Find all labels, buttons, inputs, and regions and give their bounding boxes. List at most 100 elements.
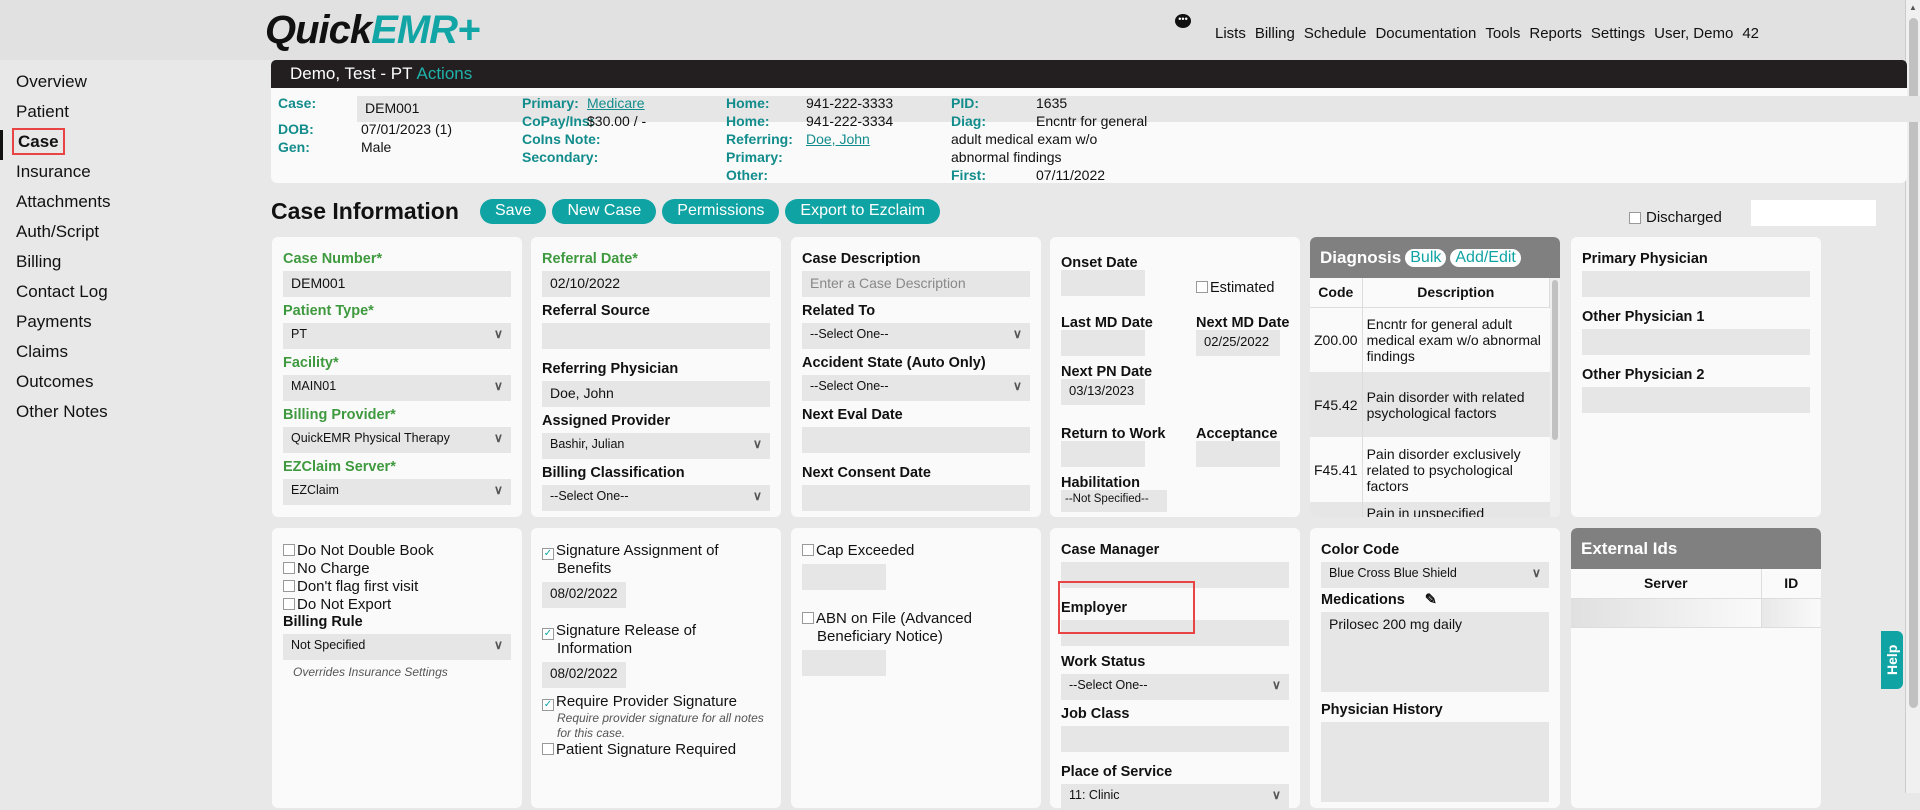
- sidebar-item-payments[interactable]: Payments: [0, 310, 260, 340]
- billing-provider-select[interactable]: QuickEMR Physical Therapy: [283, 427, 511, 453]
- require-provider-signature-checkbox[interactable]: ✓ Require Provider Signature: [542, 693, 770, 711]
- referring-link[interactable]: Doe, John: [806, 130, 893, 148]
- permissions-button[interactable]: Permissions: [662, 199, 780, 224]
- habilitation-select[interactable]: --Not Specified--: [1061, 490, 1167, 512]
- next-md-date-input[interactable]: 02/25/2022: [1196, 330, 1280, 356]
- export-ezclaim-button[interactable]: Export to Ezclaim: [785, 199, 940, 224]
- onset-date-input[interactable]: [1061, 270, 1145, 296]
- assigned-provider-select[interactable]: Bashir, Julian: [542, 433, 770, 459]
- nav-settings[interactable]: Settings: [1591, 25, 1645, 42]
- other-physician-2-input[interactable]: [1582, 387, 1810, 413]
- medications-textarea[interactable]: Prilosec 200 mg daily: [1321, 612, 1549, 692]
- place-of-service-select[interactable]: 11: Clinic: [1061, 784, 1289, 810]
- signature-release-date[interactable]: 08/02/2022: [542, 662, 626, 688]
- table-row[interactable]: F45.41 Pain disorder exclusively related …: [1310, 437, 1550, 502]
- last-md-date-input[interactable]: [1061, 330, 1145, 356]
- signature-assignment-checkbox[interactable]: ✓ Signature Assignment of Benefits: [542, 542, 770, 578]
- referral-date-input[interactable]: 02/10/2022: [542, 271, 770, 297]
- referring-physician-input[interactable]: Doe, John: [542, 381, 770, 407]
- sidebar-item-outcomes[interactable]: Outcomes: [0, 370, 260, 400]
- actions-menu[interactable]: Actions: [417, 64, 473, 83]
- cap-exceeded-checkbox[interactable]: Cap Exceeded: [802, 542, 1030, 560]
- primary-physician-input[interactable]: [1582, 271, 1810, 297]
- table-row[interactable]: Pain in unspecified: [1310, 502, 1550, 517]
- bulk-button[interactable]: Bulk: [1405, 248, 1447, 267]
- nav-schedule[interactable]: Schedule: [1304, 25, 1367, 42]
- sidebar-item-billing[interactable]: Billing: [0, 250, 260, 280]
- dont-flag-first-visit-checkbox[interactable]: Don't flag first visit: [283, 578, 511, 596]
- accident-state-select[interactable]: --Select One--: [802, 375, 1030, 401]
- sidebar-item-label: Case: [12, 128, 65, 155]
- work-status-select[interactable]: --Select One--: [1061, 674, 1289, 700]
- case-number-input[interactable]: DEM001: [283, 271, 511, 297]
- patient-bar: Demo, Test - PT Actions: [271, 60, 1907, 88]
- page-title: Case Information: [271, 198, 459, 224]
- discharged-date-input[interactable]: [1751, 200, 1876, 226]
- related-to-select[interactable]: --Select One--: [802, 323, 1030, 349]
- billing-classification-select[interactable]: --Select One--: [542, 485, 770, 511]
- diagnosis-table: Code Description Z00.00 Encntr for general…: [1310, 278, 1551, 517]
- sidebar-item-patient[interactable]: Patient: [0, 100, 260, 130]
- scroll-up-icon[interactable]: ▲: [1909, 3, 1917, 12]
- estimated-checkbox[interactable]: Estimated: [1196, 280, 1274, 296]
- do-not-export-checkbox[interactable]: Do Not Export: [283, 596, 511, 614]
- next-consent-date-input[interactable]: [802, 485, 1030, 511]
- signature-assignment-date[interactable]: 08/02/2022: [542, 582, 626, 608]
- nav-documentation[interactable]: Documentation: [1375, 25, 1476, 42]
- case-description-input[interactable]: Enter a Case Description: [802, 271, 1030, 297]
- next-eval-date-input[interactable]: [802, 427, 1030, 453]
- return-to-work-input[interactable]: [1061, 441, 1145, 467]
- signature-release-checkbox[interactable]: ✓ Signature Release of Information: [542, 622, 770, 658]
- physician-history-textarea[interactable]: [1321, 722, 1549, 802]
- job-class-input[interactable]: [1061, 726, 1289, 752]
- home-phone-2: 941-222-3334: [806, 113, 894, 129]
- dates-panel: Onset Date Estimated Last MD Date Next M…: [1050, 237, 1300, 517]
- facility-select[interactable]: MAIN01: [283, 375, 511, 401]
- acceptance-input[interactable]: [1196, 441, 1280, 467]
- sidebar-item-other-notes[interactable]: Other Notes: [0, 400, 260, 430]
- diagnosis-title: Diagnosis: [1320, 247, 1402, 267]
- nav-user[interactable]: User, Demo: [1654, 25, 1733, 42]
- sidebar-item-insurance[interactable]: Insurance: [0, 160, 260, 190]
- table-row[interactable]: F45.42 Pain disorder with related psychol…: [1310, 372, 1550, 437]
- next-pn-date-input[interactable]: 03/13/2023: [1061, 379, 1145, 405]
- nav-reports[interactable]: Reports: [1529, 25, 1582, 42]
- table-row[interactable]: [1571, 598, 1821, 627]
- color-code-select[interactable]: Blue Cross Blue Shield: [1321, 562, 1549, 588]
- abn-on-file-checkbox[interactable]: ABN on File (Advanced Beneficiary Notice…: [802, 610, 1030, 646]
- cap-abn-panel: Cap Exceeded ABN on File (Advanced Benef…: [791, 528, 1041, 808]
- edit-medications-icon[interactable]: ✎: [1425, 592, 1437, 608]
- no-charge-checkbox[interactable]: No Charge: [283, 560, 511, 578]
- chat-icon[interactable]: •••: [1175, 14, 1191, 28]
- other-physician-1-input[interactable]: [1582, 329, 1810, 355]
- sidebar-item-attachments[interactable]: Attachments: [0, 190, 260, 220]
- referral-panel: Referral Date* 02/10/2022 Referral Sourc…: [531, 237, 781, 517]
- logo[interactable]: QuickEMR+: [265, 8, 480, 53]
- add-edit-button[interactable]: Add/Edit: [1450, 248, 1521, 267]
- sidebar-item-claims[interactable]: Claims: [0, 340, 260, 370]
- primary-insurance-link[interactable]: Medicare: [587, 94, 645, 112]
- patient-type-select[interactable]: PT: [283, 323, 511, 349]
- patient-signature-required-checkbox[interactable]: Patient Signature Required: [542, 741, 770, 759]
- nav-lists[interactable]: Lists: [1215, 25, 1246, 42]
- referral-source-input[interactable]: [542, 323, 770, 349]
- nav-billing[interactable]: Billing: [1255, 25, 1295, 42]
- table-row[interactable]: Z00.00 Encntr for general adult medical e…: [1310, 306, 1550, 372]
- nav-tools[interactable]: Tools: [1485, 25, 1520, 42]
- sidebar-item-auth-script[interactable]: Auth/Script: [0, 220, 260, 250]
- cap-exceeded-input[interactable]: [802, 564, 886, 590]
- nav-count[interactable]: 42: [1742, 25, 1759, 42]
- billing-rule-select[interactable]: Not Specified: [283, 634, 511, 660]
- ezclaim-server-select[interactable]: EZClaim: [283, 479, 511, 505]
- sidebar-item-case[interactable]: Case: [0, 128, 260, 160]
- new-case-button[interactable]: New Case: [552, 199, 657, 224]
- abn-on-file-input[interactable]: [802, 650, 886, 676]
- sidebar-item-contact-log[interactable]: Contact Log: [0, 280, 260, 310]
- sidebar-item-overview[interactable]: Overview: [0, 70, 260, 100]
- do-not-double-book-checkbox[interactable]: Do Not Double Book: [283, 542, 511, 560]
- diagnosis-scrollbar[interactable]: [1550, 278, 1560, 517]
- color-meds-panel: Color Code Blue Cross Blue Shield Medica…: [1310, 528, 1560, 808]
- save-button[interactable]: Save: [480, 199, 547, 224]
- help-tab[interactable]: Help: [1881, 631, 1903, 689]
- discharged-checkbox[interactable]: Discharged: [1629, 209, 1722, 226]
